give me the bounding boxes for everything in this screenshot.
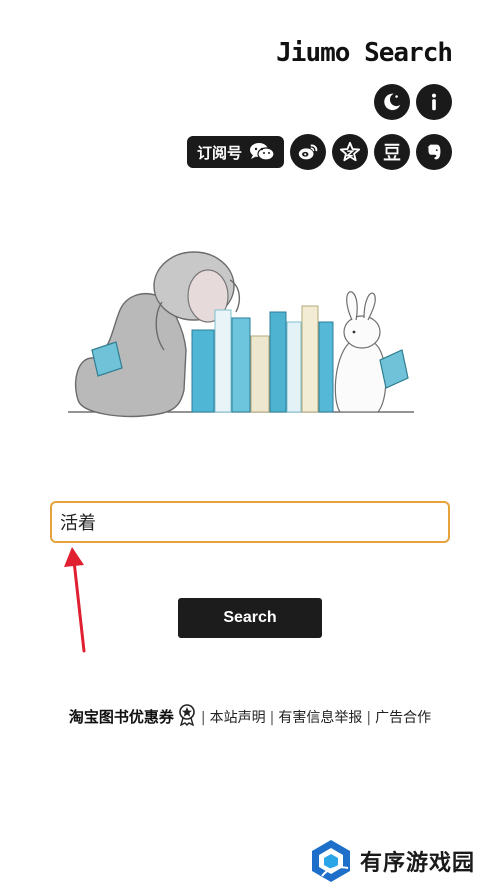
wechat-icon [250, 143, 275, 161]
dark-mode-button[interactable] [374, 84, 410, 120]
footer-separator: | [366, 710, 372, 726]
weibo-button[interactable] [290, 134, 326, 170]
site-logo[interactable]: Jiumo Search [276, 38, 453, 68]
watermark: 有序游戏园 [308, 838, 475, 884]
douban-icon [383, 143, 401, 161]
search-button[interactable]: Search [178, 598, 322, 638]
watermark-logo-icon [312, 840, 350, 882]
weibo-icon [298, 144, 318, 160]
subscribe-label: 订阅号 [196, 143, 242, 162]
taobao-book-coupon-link[interactable]: 淘宝图书优惠券 [69, 708, 174, 726]
red-arrow-annotation [64, 547, 86, 653]
elephant-rabbit-bookshelf-illustration [68, 251, 414, 418]
favorite-button[interactable] [332, 134, 368, 170]
footer-links: 淘宝图书优惠券 | 本站声明 | 有害信息举报 | 广告合作 [48, 704, 452, 729]
footer-separator: | [200, 710, 206, 726]
report-harmful-info-link[interactable]: 有害信息举报 [278, 710, 362, 726]
moon-icon [384, 93, 401, 111]
wechat-subscribe-button[interactable]: 订阅号 [186, 136, 284, 168]
star-icon [339, 141, 361, 162]
info-icon [431, 93, 437, 111]
info-button[interactable] [416, 84, 452, 120]
top-icon-row [374, 84, 452, 120]
ad-cooperation-link[interactable]: 广告合作 [375, 710, 431, 726]
douban-button[interactable] [374, 134, 410, 170]
site-statement-link[interactable]: 本站声明 [210, 710, 266, 726]
evernote-button[interactable] [416, 134, 452, 170]
social-icon-row: 订阅号 [186, 134, 452, 170]
evernote-icon [427, 144, 441, 160]
watermark-text: 有序游戏园 [360, 851, 476, 876]
coupon-badge-icon [179, 704, 195, 726]
footer-separator: | [269, 710, 275, 726]
search-input[interactable] [50, 501, 450, 543]
